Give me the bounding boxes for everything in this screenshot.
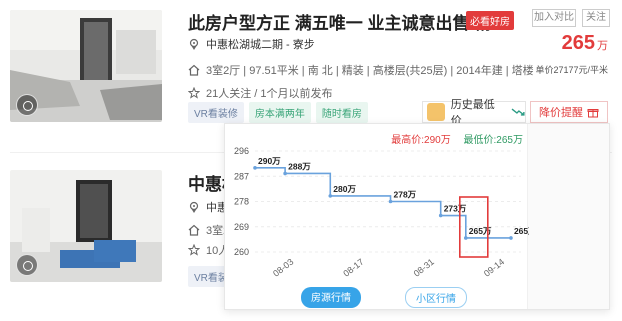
- y-tick-label: 269: [234, 222, 249, 232]
- listing-title[interactable]: 此房户型方正 满五唯一 业主诚意出售 精…: [188, 9, 508, 34]
- location-pin-icon: [189, 38, 199, 50]
- gift-icon: [587, 109, 599, 118]
- price-data-label: 273万: [444, 204, 467, 214]
- price-data-label: 288万: [288, 161, 311, 171]
- x-tick-label: 08-03: [271, 257, 295, 279]
- tag-anytime-visit: 随时看房: [315, 102, 368, 123]
- total-price: 265 万: [561, 32, 608, 54]
- tag-vr: VR看装修: [188, 102, 244, 123]
- location-pin-icon: [189, 201, 199, 213]
- house-icon: [188, 64, 200, 76]
- history-thumb-icon: [427, 103, 445, 121]
- price-data-label: 290万: [258, 156, 281, 166]
- tab-house-market[interactable]: 房源行情: [301, 287, 361, 308]
- tag-two-years: 房本满两年: [248, 102, 311, 123]
- location-link[interactable]: 中惠松湖城二期 - 寮步: [206, 36, 315, 52]
- add-compare-button[interactable]: 加入对比: [532, 9, 576, 27]
- history-lowest-price-button[interactable]: 历史最低价: [422, 99, 526, 127]
- star-icon: [188, 87, 200, 99]
- price-point: [388, 199, 393, 204]
- tab-community-market[interactable]: 小区行情: [405, 287, 467, 308]
- x-tick-label: 08-17: [341, 257, 365, 279]
- hot-tag: 必看好房: [466, 11, 514, 30]
- y-tick-label: 278: [234, 197, 249, 207]
- listing-photo[interactable]: [10, 10, 162, 122]
- price-point: [283, 171, 287, 176]
- follow-button[interactable]: 关注: [582, 9, 610, 27]
- price-data-label: 278万: [394, 190, 417, 200]
- y-tick-label: 287: [234, 171, 249, 181]
- house-icon: [188, 224, 200, 236]
- vr-badge-icon[interactable]: [16, 94, 38, 116]
- listing-photo[interactable]: [10, 170, 162, 282]
- trend-down-icon: [511, 108, 525, 116]
- unit-price: 单价27177元/平米: [535, 65, 608, 75]
- x-tick-label: 09-14: [482, 257, 506, 279]
- y-tick-label: 260: [234, 247, 249, 257]
- price-point: [328, 194, 333, 198]
- price-data-label: 280万: [333, 184, 356, 194]
- house-info: 3室2厅 | 97.51平米 | 南 北 | 精装 | 高楼层(共25层) | …: [206, 65, 534, 77]
- price-history-chart: 296 287 278 269 260 08-03 08-17 08-31 09-14 290万 2…: [234, 146, 529, 279]
- vr-badge-icon[interactable]: [16, 254, 38, 276]
- y-tick-label: 296: [234, 146, 249, 156]
- followers-info: 21人关注 / 1个月以前发布: [206, 88, 333, 100]
- price-point: [509, 236, 513, 240]
- popup-side-panel: [527, 124, 609, 309]
- price-point: [438, 213, 443, 218]
- x-tick-label: 08-31: [412, 257, 436, 279]
- price-data-label: 265万: [514, 226, 529, 236]
- price-point: [463, 236, 468, 240]
- price-drop-alert-button[interactable]: 降价提醒: [530, 101, 608, 123]
- price-history-popup: 最高价:290万 最低价:265万 296 287 278 269 260 08-03 08…: [224, 123, 610, 310]
- price-point: [253, 166, 257, 170]
- star-icon: [188, 244, 200, 256]
